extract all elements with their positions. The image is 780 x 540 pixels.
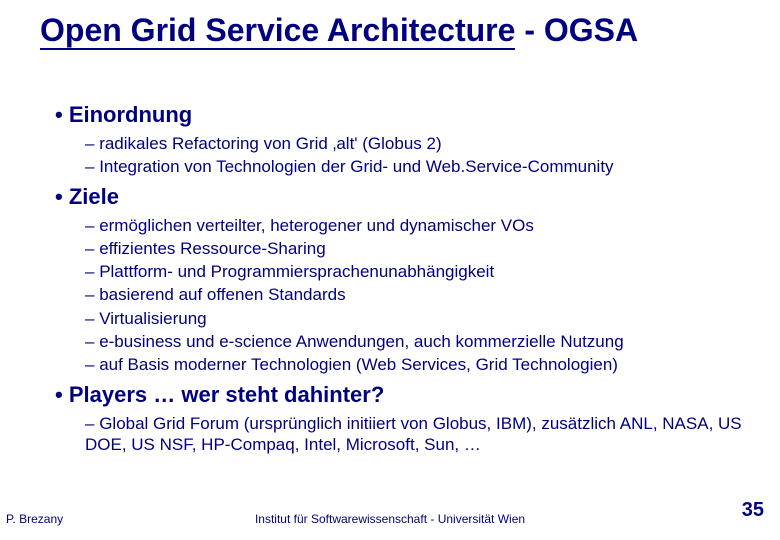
bullet-item: Virtualisierung (85, 308, 770, 329)
section-heading: Players … wer steht dahinter? (55, 381, 770, 409)
footer-institute: Institut für Softwarewissenschaft - Univ… (0, 512, 780, 526)
bullet-item: Plattform- und Programmiersprachenunabhä… (85, 261, 770, 282)
slide: Open Grid Service Architecture - OGSA Ei… (0, 0, 780, 540)
bullet-item: effizientes Ressource-Sharing (85, 238, 770, 259)
bullet-item: auf Basis moderner Technologien (Web Ser… (85, 354, 770, 375)
section-heading: Ziele (55, 183, 770, 211)
bullet-item: ermöglichen verteilter, heterogener und … (85, 215, 770, 236)
bullet-item: e-business und e-science Anwendungen, au… (85, 331, 770, 352)
slide-body: Einordnung radikales Refactoring von Gri… (55, 95, 770, 457)
bullet-item: basierend auf offenen Standards (85, 284, 770, 305)
bullet-item: radikales Refactoring von Grid ‚alt' (Gl… (85, 133, 770, 154)
title-rest: - OGSA (515, 12, 638, 48)
section-heading: Einordnung (55, 101, 770, 129)
slide-title: Open Grid Service Architecture - OGSA (40, 12, 760, 49)
title-underlined: Open Grid Service Architecture (40, 12, 515, 50)
footer-page-number: 35 (742, 499, 764, 522)
bullet-item: Integration von Technologien der Grid- u… (85, 156, 770, 177)
bullet-item: Global Grid Forum (ursprünglich initiier… (85, 413, 770, 456)
